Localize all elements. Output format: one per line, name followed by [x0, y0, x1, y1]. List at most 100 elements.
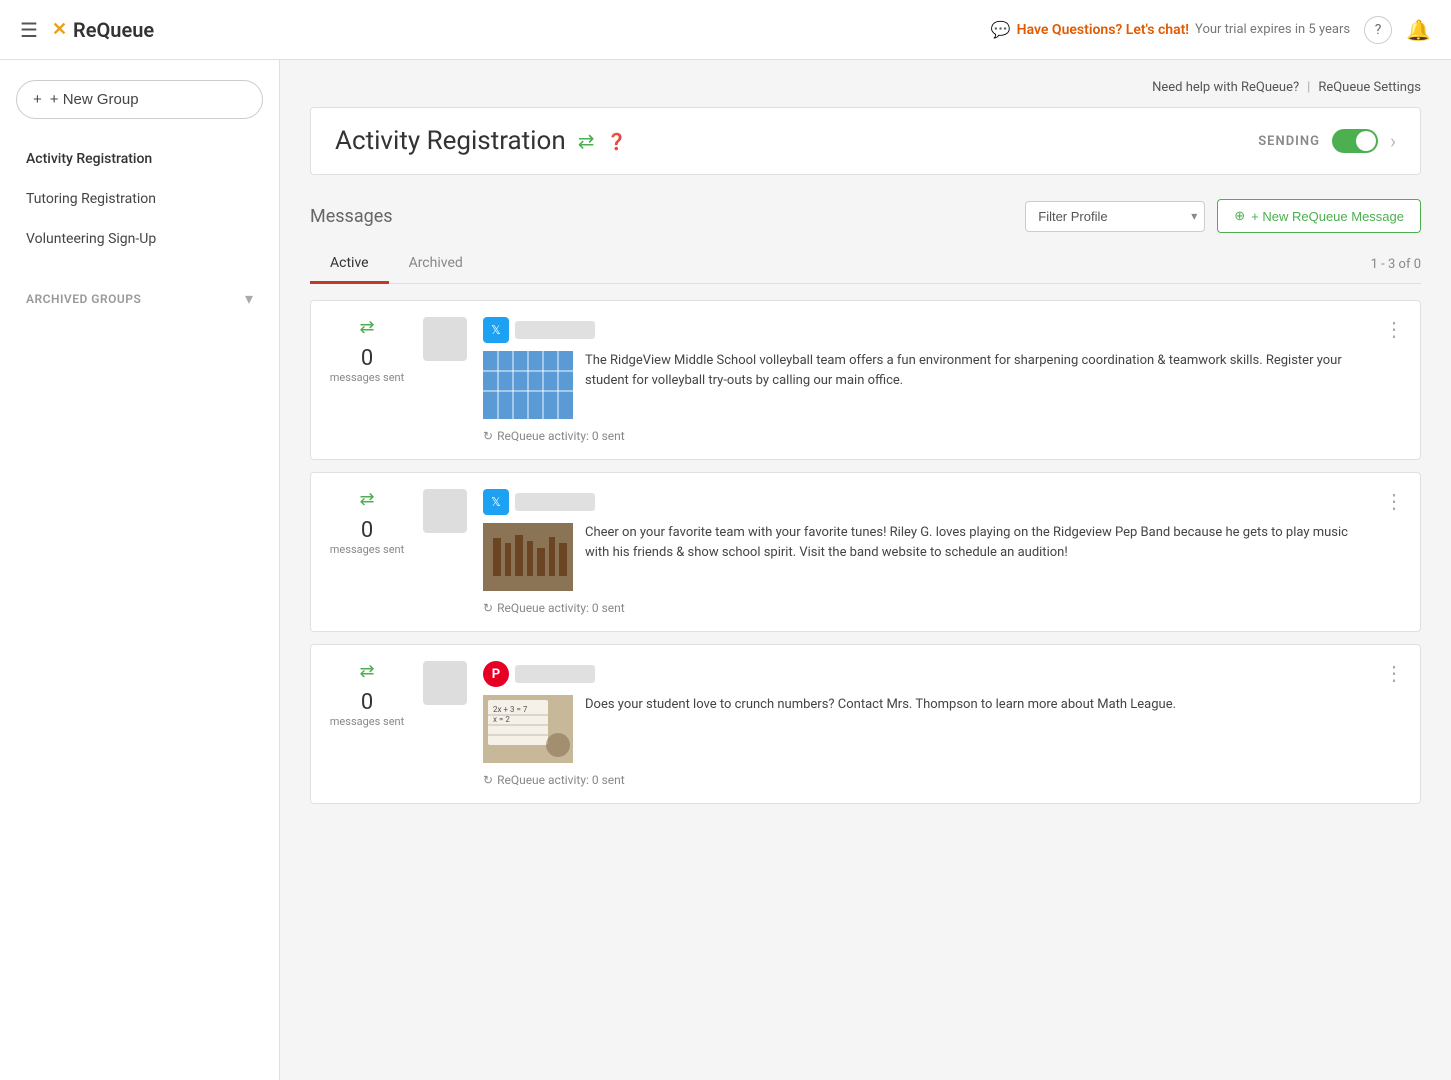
sidebar-item-tutoring-registration[interactable]: Tutoring Registration — [16, 179, 263, 219]
group-title-area: Activity Registration ⇄ ❓ — [335, 126, 626, 156]
requeue-icon-1: ↻ — [483, 429, 493, 443]
twitter-badge-2: 𝕏 — [483, 489, 509, 515]
msg-image-text-2: Cheer on your favorite team with your fa… — [483, 523, 1368, 591]
top-bar: Need help with ReQueue? | ReQueue Settin… — [310, 80, 1421, 95]
sending-toggle[interactable] — [1332, 129, 1378, 153]
bell-icon[interactable]: 🔔 — [1406, 18, 1431, 42]
new-group-button[interactable]: + + New Group — [16, 80, 263, 119]
msg-sent-label-3: messages sent — [330, 715, 404, 728]
tab-archived[interactable]: Archived — [389, 245, 483, 284]
logo: ✕ ReQueue — [52, 18, 154, 42]
new-message-button[interactable]: ⊕ + New ReQueue Message — [1217, 199, 1421, 233]
group-chevron-right[interactable]: › — [1390, 129, 1396, 153]
sidebar-item-label: Activity Registration — [26, 151, 152, 167]
msg-count-2: 0 — [361, 518, 373, 543]
msg-body-2: 𝕏 — [483, 489, 1368, 615]
archived-groups-section[interactable]: ARCHIVED GROUPS ▾ — [16, 279, 263, 318]
msg-activity-text-2: ReQueue activity: 0 sent — [497, 601, 625, 615]
help-nav-icon[interactable]: ? — [1364, 16, 1392, 44]
msg-text-2: Cheer on your favorite team with your fa… — [585, 523, 1368, 562]
msg-sent-label-2: messages sent — [330, 543, 404, 556]
message-card: ⇄ 0 messages sent 𝕏 — [310, 300, 1421, 460]
msg-menu-1[interactable]: ⋮ — [1384, 317, 1404, 341]
msg-avatar-2 — [423, 489, 467, 533]
msg-count-1: 0 — [361, 346, 373, 371]
twitter-icon-2: 𝕏 — [491, 495, 501, 509]
svg-text:x = 2: x = 2 — [493, 715, 510, 724]
msg-left-1: ⇄ 0 messages sent — [327, 317, 407, 384]
chat-link-text[interactable]: Have Questions? Let's chat! — [1017, 22, 1189, 38]
group-header: Activity Registration ⇄ ❓ SENDING › — [310, 107, 1421, 175]
msg-avatar-3 — [423, 661, 467, 705]
shuffle-icon-2: ⇄ — [359, 489, 374, 510]
sidebar-item-activity-registration[interactable]: Activity Registration — [16, 139, 263, 179]
group-title: Activity Registration — [335, 126, 566, 156]
msg-platform-row-2: 𝕏 — [483, 489, 1368, 515]
message-card-3: ⇄ 0 messages sent P — [310, 644, 1421, 804]
chat-bubble-icon: 💬 — [991, 20, 1011, 39]
messages-title: Messages — [310, 206, 393, 227]
msg-image-text-1: The RidgeView Middle School volleyball t… — [483, 351, 1368, 419]
tabs-row: Active Archived 1 - 3 of 0 — [310, 245, 1421, 284]
pinterest-badge-3: P — [483, 661, 509, 687]
pagination-text: 1 - 3 of 0 — [1371, 257, 1421, 272]
tab-active[interactable]: Active — [310, 245, 389, 284]
hamburger-icon[interactable]: ☰ — [20, 18, 38, 42]
messages-section: Messages Filter Profile ▾ ⊕ + New ReQueu… — [310, 199, 1421, 804]
settings-link[interactable]: ReQueue Settings — [1318, 80, 1421, 95]
platform-name-bar-2 — [515, 493, 595, 511]
messages-header: Messages Filter Profile ▾ ⊕ + New ReQueu… — [310, 199, 1421, 233]
filter-profile-wrapper: Filter Profile ▾ — [1025, 201, 1205, 232]
pinterest-icon-3: P — [492, 667, 500, 682]
volleyball-svg — [483, 351, 573, 419]
twitter-badge-1: 𝕏 — [483, 317, 509, 343]
sending-label: SENDING — [1258, 134, 1320, 149]
group-actions: SENDING › — [1258, 129, 1396, 153]
twitter-icon-1: 𝕏 — [491, 323, 501, 337]
msg-text-1: The RidgeView Middle School volleyball t… — [585, 351, 1368, 390]
plus-msg-icon: ⊕ — [1234, 208, 1245, 224]
help-link[interactable]: Need help with ReQueue? — [1152, 80, 1299, 95]
app-name: ReQueue — [73, 18, 154, 42]
tab-active-label: Active — [330, 255, 369, 271]
chevron-down-icon: ▾ — [245, 289, 253, 308]
tab-archived-label: Archived — [409, 255, 463, 271]
msg-menu-2[interactable]: ⋮ — [1384, 489, 1404, 513]
nav-left: ☰ ✕ ReQueue — [20, 18, 154, 42]
toggle-track — [1332, 129, 1378, 153]
main-content: Need help with ReQueue? | ReQueue Settin… — [280, 60, 1451, 1080]
top-nav: ☰ ✕ ReQueue 💬 Have Questions? Let's chat… — [0, 0, 1451, 60]
trial-text: Your trial expires in 5 years — [1195, 22, 1350, 37]
svg-text:2x + 3 = 7: 2x + 3 = 7 — [493, 705, 528, 714]
shuffle-icon-3: ⇄ — [359, 661, 374, 682]
main-layout: + + New Group Activity Registration Tuto… — [0, 60, 1451, 1080]
tabs: Active Archived — [310, 245, 483, 283]
logo-icon: ✕ — [52, 19, 67, 40]
msg-left-3: ⇄ 0 messages sent — [327, 661, 407, 728]
nav-right: 💬 Have Questions? Let's chat! Your trial… — [991, 16, 1431, 44]
msg-image-text-3: 2x + 3 = 7 x = 2 Does your student love … — [483, 695, 1368, 763]
sidebar-item-label: Volunteering Sign-Up — [26, 231, 156, 247]
chat-link-area: 💬 Have Questions? Let's chat! Your trial… — [991, 20, 1350, 39]
sidebar-item-volunteering-signup[interactable]: Volunteering Sign-Up — [16, 219, 263, 259]
group-help-icon[interactable]: ❓ — [606, 132, 626, 151]
sidebar-item-label: Tutoring Registration — [26, 191, 156, 207]
filter-profile-select[interactable]: Filter Profile — [1025, 201, 1205, 232]
msg-menu-3[interactable]: ⋮ — [1384, 661, 1404, 685]
shuffle-icon-1: ⇄ — [359, 317, 374, 338]
requeue-icon-3: ↻ — [483, 773, 493, 787]
msg-platform-row-3: P — [483, 661, 1368, 687]
msg-avatar-1 — [423, 317, 467, 361]
divider: | — [1307, 80, 1310, 95]
msg-image-band-2 — [483, 523, 573, 591]
msg-activity-text-3: ReQueue activity: 0 sent — [497, 773, 625, 787]
message-card-2: ⇄ 0 messages sent 𝕏 — [310, 472, 1421, 632]
archived-label: ARCHIVED GROUPS — [26, 292, 141, 306]
msg-count-3: 0 — [361, 690, 373, 715]
new-group-label: + New Group — [50, 91, 139, 108]
msg-text-3: Does your student love to crunch numbers… — [585, 695, 1176, 715]
msg-left-2: ⇄ 0 messages sent — [327, 489, 407, 556]
plus-icon: + — [33, 91, 42, 108]
msg-platform-row-1: 𝕏 — [483, 317, 1368, 343]
messages-actions: Filter Profile ▾ ⊕ + New ReQueue Message — [1025, 199, 1421, 233]
